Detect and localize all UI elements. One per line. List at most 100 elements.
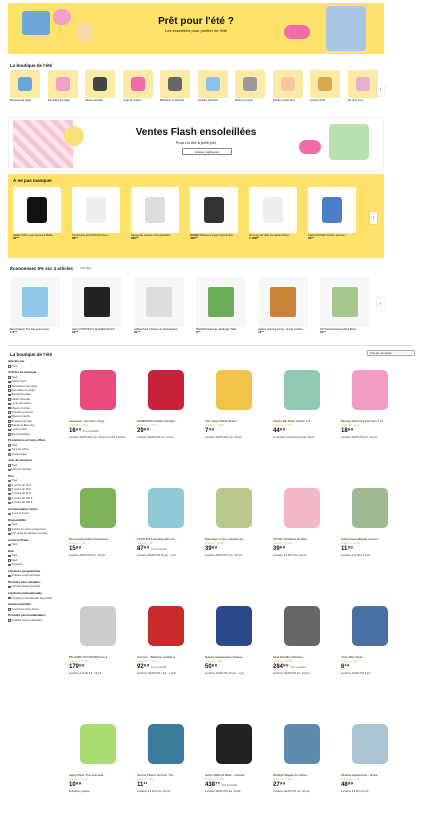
filter-checkbox[interactable] — [8, 393, 11, 397]
filter-checkbox[interactable] — [8, 376, 11, 379]
filter-option[interactable]: Produits personnalisables — [8, 619, 64, 622]
category-item[interactable]: Activités sportives — [197, 70, 228, 106]
eco-card[interactable]: Vans HYPNOSIS A SHADES BLACK… 18⁸⁸ — [72, 277, 122, 339]
filter-checkbox[interactable] — [8, 428, 11, 432]
filter-option[interactable]: Tous — [8, 523, 64, 526]
filter-checkbox[interactable] — [8, 468, 11, 472]
filter-option[interactable]: Articles pour — [8, 380, 64, 383]
filter-checkbox[interactable] — [8, 523, 11, 527]
filter-checkbox[interactable] — [8, 585, 11, 589]
filter-checkbox[interactable] — [8, 411, 11, 414]
filter-option[interactable]: Mixeur et écran — [8, 407, 64, 410]
eco-card[interactable]: WAKAMI Gants de Jardinage Taille… 9⁹⁹ — [196, 277, 246, 339]
category-item[interactable]: Serviettes de plage — [47, 70, 78, 106]
filter-option[interactable]: Tous — [8, 543, 64, 546]
category-item[interactable]: Linge de maison — [122, 70, 153, 106]
filter-checkbox[interactable] — [8, 488, 11, 491]
category-item[interactable]: Beauté et bien-être — [272, 70, 303, 106]
filter-checkbox[interactable] — [8, 512, 11, 516]
category-item[interactable]: Lecture d'été — [310, 70, 340, 106]
eco-card[interactable]: Beach Read: The feel-good novel… 1,2⁸⁸ — [10, 277, 60, 339]
filter-option[interactable]: Climate Pledge Friendly — [8, 585, 64, 588]
product-card[interactable]: UCO Utility Spork… ★★★★☆ 932 6¹⁹ Livraison… — [341, 598, 399, 706]
product-card[interactable]: Bestway Swimming Pool Intex 1,47… ★★★★☆ 3… — [341, 362, 399, 470]
filter-option[interactable]: Boutique de l'été — [8, 420, 64, 423]
filter-checkbox[interactable] — [8, 479, 11, 483]
filter-option[interactable]: Bermudas de plage — [8, 389, 64, 392]
eco-link[interactable]: Voir plus — [80, 266, 92, 271]
product-card[interactable]: Happy Place: The must-read… ★★★★☆ 1 203 10… — [69, 716, 127, 824]
filter-option[interactable]: Bientôt de plage — [8, 393, 64, 396]
filter-checkbox[interactable] — [8, 619, 11, 622]
flash-banner[interactable]: Ventes Flash ensoleillées Pour un été à … — [8, 117, 384, 171]
filter-option[interactable]: Occasion — [8, 563, 64, 566]
sort-select[interactable]: Trier par : En avant — [367, 350, 415, 356]
filter-option[interactable]: Articles en stock uniquement — [8, 528, 64, 531]
filter-checkbox[interactable] — [8, 398, 11, 401]
filter-checkbox[interactable] — [8, 563, 11, 567]
filter-checkbox[interactable] — [8, 365, 11, 368]
category-item[interactable]: Haute musicale — [85, 70, 115, 106]
filter-option[interactable]: Fonctionne avec Alexa — [8, 608, 64, 611]
filter-checkbox[interactable] — [8, 543, 11, 547]
filter-option[interactable]: Bal et plastique — [8, 433, 64, 436]
filter-checkbox[interactable] — [8, 554, 11, 558]
summer-banner[interactable]: Prêt pour l'été ? Les essentiels pour pr… — [8, 3, 384, 54]
filter-checkbox[interactable] — [8, 453, 11, 456]
filter-checkbox[interactable] — [8, 596, 11, 600]
filter-checkbox[interactable] — [8, 497, 11, 500]
shop-next-arrow[interactable]: › — [377, 84, 384, 96]
product-card[interactable]: Gas One – Barbecue portable à… ★★★★☆ 7 10… — [137, 598, 195, 706]
filter-option[interactable]: Tous — [8, 365, 64, 368]
filter-option[interactable]: Ventes Flash — [8, 453, 64, 456]
filter-option[interactable]: À moins de 10 € — [8, 484, 64, 487]
deal-card[interactable]: Coffret ROGER Parfum Homme… 29⁹⁹ — [308, 187, 356, 247]
product-card[interactable]: Stanley Flip Straw Tumbler 1,3… ★★★★☆ 8 7… — [273, 362, 331, 470]
filter-option[interactable]: Mixeur et jardin — [8, 415, 64, 418]
filter-option[interactable]: Tous — [8, 554, 64, 557]
product-card[interactable]: Wireless Headphones – Bruce… ★★★★☆ 4 210 4… — [341, 716, 399, 824]
filter-option[interactable]: Recevez demain — [8, 468, 64, 471]
filter-option[interactable]: Tous — [8, 376, 64, 379]
filter-checkbox[interactable] — [8, 424, 11, 427]
filter-option[interactable]: ★★★★ & plus — [8, 512, 64, 515]
filter-checkbox[interactable] — [8, 389, 11, 392]
filter-option[interactable]: Tous — [8, 464, 64, 467]
category-item[interactable]: Bal pour tous — [347, 70, 378, 106]
product-card[interactable]: Wowlight Bagage de Cabine… ★★★★☆ 3 901 27⁹… — [273, 716, 331, 824]
product-card[interactable]: ENDERMOD Ultrafine Serviette… ★★★★☆ 1 178… — [137, 362, 195, 470]
filter-checkbox[interactable] — [8, 402, 11, 406]
product-card[interactable]: Havaianas - Tap Color, Tongs… ★★★★☆ 2 842… — [69, 362, 127, 470]
filter-checkbox[interactable] — [8, 464, 11, 467]
product-card[interactable]: GAIYEF Ventilateur de table… ★★★★☆ 3 411 3… — [273, 480, 331, 588]
filter-option[interactable]: À moins de 100 € — [8, 497, 64, 500]
product-card[interactable]: Ninja Woodfire barbecue… ★★★★☆ 1 905 284⁹⁹… — [273, 598, 331, 706]
deal-card[interactable]: Samsonite Horizon Decorapublica 180⁰⁰ — [131, 187, 179, 247]
filter-option[interactable]: À moins de 50 € — [8, 492, 64, 495]
deal-card[interactable]: Sennheiser ACCENTUM Open… 88⁸⁹ — [72, 187, 120, 247]
eco-card[interactable]: Hasbro Gaming Jenga, Jeu de société… 13⁹⁹ — [258, 277, 308, 339]
filter-checkbox[interactable] — [8, 484, 11, 487]
filter-checkbox[interactable] — [8, 448, 11, 452]
filter-option[interactable]: Lecture d'été — [8, 428, 64, 431]
product-card[interactable]: KONTHOS Ensemble Salon de… ★★★★☆ 44 87⁹⁹ P… — [137, 480, 195, 588]
filter-option[interactable]: Voir aussi les articles non disp. — [8, 532, 64, 535]
filter-option[interactable]: Tous — [8, 444, 64, 447]
filter-checkbox[interactable] — [8, 559, 11, 562]
filter-checkbox[interactable] — [8, 532, 11, 536]
deal-card[interactable]: dreame L40 Ultra Complete Robot… 1 198⁰⁰ — [249, 187, 297, 247]
product-card[interactable]: Nuevo Fleece Blanket Couvert… ★★★★☆ 2 019… — [341, 480, 399, 588]
product-card[interactable]: Relaxdays Lot de 2 Housses de… ★★★★☆ 1 28… — [205, 480, 263, 588]
product-card[interactable]: BIG HORN OUTDOORS Four à… ★★★★☆ 3 226 179⁹… — [69, 598, 127, 706]
filter-checkbox[interactable] — [8, 406, 11, 410]
filter-checkbox[interactable] — [8, 608, 11, 611]
filter-checkbox[interactable] — [8, 380, 11, 384]
filter-option[interactable]: Neuf — [8, 559, 64, 562]
product-card[interactable]: Intex Classy Ballon Beach… ★★★★☆ 4 566 7⁴⁹… — [205, 362, 263, 470]
eco-next-arrow[interactable]: › — [377, 298, 384, 310]
product-card[interactable]: Moon Kaiwei Enfant Chaussures… ★★★★☆ 512 1… — [69, 480, 127, 588]
product-card[interactable]: GoPro HERO13 Black – Caméra… ★★★★☆ 1 488 4… — [205, 716, 263, 824]
filter-checkbox[interactable] — [8, 385, 11, 388]
deal-card[interactable]: WEBER Barbecue à gaz Spirit E-310 499⁰⁰ — [190, 187, 238, 247]
filter-checkbox[interactable] — [8, 501, 11, 505]
